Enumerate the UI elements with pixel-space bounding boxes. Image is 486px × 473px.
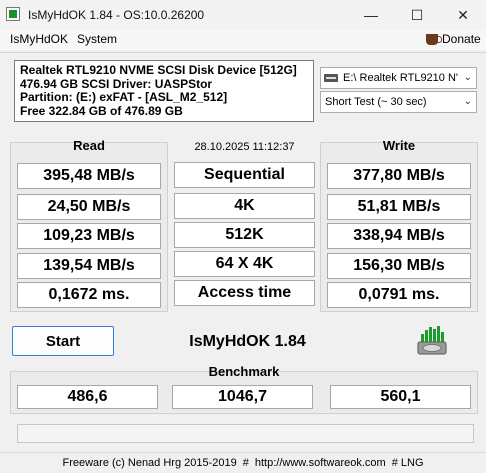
status-separator: # (242, 457, 249, 469)
close-button[interactable]: ✕ (440, 0, 486, 30)
read-access-time-value: 0,1672 ms. (17, 282, 161, 308)
donate-button[interactable]: Donate (426, 32, 481, 46)
read-title: Read (73, 138, 105, 153)
64x4k-test-button[interactable]: 64 X 4K (174, 251, 315, 277)
write-512k-value: 338,94 MB/s (327, 223, 471, 249)
benchmark-title: Benchmark (208, 364, 280, 379)
chevron-down-icon: ⌄ (463, 72, 472, 83)
chevron-down-icon: ⌄ (463, 96, 472, 107)
write-sequential-value: 377,80 MB/s (327, 163, 471, 189)
benchmark-total-value: 1046,7 (172, 385, 313, 409)
write-64x4k-value: 156,30 MB/s (327, 253, 471, 279)
app-name-label: IsMyHdOK 1.84 (189, 333, 306, 350)
512k-test-button[interactable]: 512K (174, 222, 315, 248)
test-datetime: 28.10.2025 11:12:37 (194, 141, 295, 153)
status-bar: Freeware (c) Nenad Hrg 2015-2019 # http:… (0, 452, 486, 473)
read-4k-value: 24,50 MB/s (17, 194, 161, 220)
read-64x4k-value: 139,54 MB/s (17, 253, 161, 279)
disk-partition: Partition: (E:) exFAT - [ASL_M2_512] (20, 90, 228, 104)
menu-separator (0, 52, 486, 53)
copyright-text: Freeware (c) Nenad Hrg 2015-2019 (62, 457, 237, 469)
menu-bar: IsMyHdOK System Donate (0, 30, 486, 50)
coffee-cup-icon (426, 33, 442, 45)
4k-test-button[interactable]: 4K (174, 193, 315, 219)
benchmark-write-value: 560,1 (330, 385, 471, 409)
menu-ismyhdok[interactable]: IsMyHdOK (10, 32, 68, 46)
sequential-test-button[interactable]: Sequential (174, 162, 315, 188)
drive-icon (324, 74, 338, 82)
disk-info-panel: Realtek RTL9210 NVME SCSI Disk Device [5… (14, 60, 314, 122)
disk-model: Realtek RTL9210 NVME SCSI Disk Device [5… (20, 63, 297, 77)
website-link[interactable]: http://www.softwareok.com (255, 457, 386, 469)
app-icon (6, 7, 20, 21)
access-time-test-button[interactable]: Access time (174, 280, 315, 306)
disk-size-driver: 476.94 GB SCSI Driver: UASPStor (20, 76, 213, 91)
progress-bar (17, 424, 474, 443)
menu-system[interactable]: System (77, 32, 117, 46)
hard-drive-benchmark-icon (417, 326, 447, 355)
disk-free-space: Free 322.84 GB of 476.89 GB (20, 103, 183, 118)
language-link[interactable]: # LNG (392, 457, 424, 469)
drive-select[interactable]: E:\ Realtek RTL9210 N' ⌄ (320, 67, 477, 89)
minimize-button[interactable]: — (348, 0, 394, 30)
write-title: Write (382, 138, 416, 153)
window-title: IsMyHdOK 1.84 - OS:10.0.26200 (28, 8, 205, 22)
drive-select-value: E:\ Realtek RTL9210 N' (343, 72, 459, 84)
read-512k-value: 109,23 MB/s (17, 223, 161, 249)
benchmark-read-value: 486,6 (17, 385, 158, 409)
write-4k-value: 51,81 MB/s (327, 194, 471, 220)
write-access-time-value: 0,0791 ms. (327, 282, 471, 308)
test-duration-select[interactable]: Short Test (~ 30 sec) ⌄ (320, 91, 477, 113)
read-sequential-value: 395,48 MB/s (17, 163, 161, 189)
maximize-button[interactable]: ☐ (394, 0, 440, 30)
start-button[interactable]: Start (12, 326, 114, 356)
title-bar: IsMyHdOK 1.84 - OS:10.0.26200 — ☐ ✕ (0, 0, 486, 30)
test-duration-value: Short Test (~ 30 sec) (325, 96, 427, 108)
donate-label: Donate (442, 32, 481, 46)
